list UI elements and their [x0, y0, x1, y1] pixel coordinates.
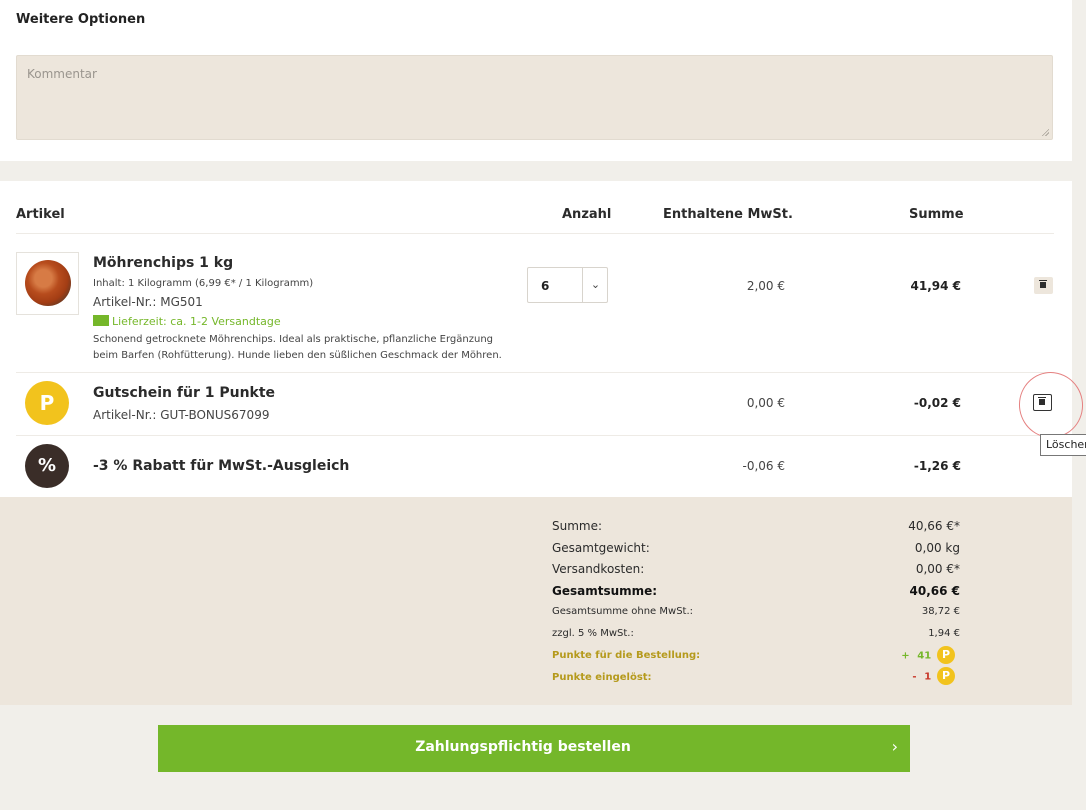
- summary-panel: Summe: 40,66 €* Gesamtgewicht: 0,00 kg V…: [0, 497, 1072, 705]
- summary-value-weight: 0,00 kg: [914, 541, 960, 555]
- header-divider: [16, 233, 1054, 234]
- points-earned-number: 41: [917, 650, 932, 662]
- points-redeemed-sign: -: [912, 671, 917, 683]
- discount-sum: -1,26 €: [913, 459, 961, 473]
- header-quantity: Anzahl: [562, 207, 612, 222]
- summary-label-total: Gesamtsumme:: [552, 584, 658, 598]
- summary-label-weight: Gesamtgewicht:: [552, 541, 650, 555]
- header-sum: Summe: [909, 207, 964, 222]
- discount-name: -3 % Rabatt für MwSt.-Ausgleich: [93, 458, 350, 474]
- points-badge-icon: P: [937, 646, 955, 664]
- quantity-select[interactable]: 6 ⌄: [527, 267, 608, 303]
- chevron-right-icon: ›: [891, 737, 898, 756]
- quantity-value: 6: [541, 279, 550, 293]
- points-badge-icon: P: [937, 667, 955, 685]
- comment-placeholder: Kommentar: [27, 67, 97, 81]
- options-title: Weitere Optionen: [16, 12, 146, 27]
- summary-value-total: 40,66 €: [909, 584, 960, 598]
- chevron-down-icon[interactable]: ⌄: [583, 268, 608, 302]
- resize-grip-icon[interactable]: [1041, 128, 1049, 136]
- voucher-name: Gutschein für 1 Punkte: [93, 385, 276, 401]
- discount-vat: -0,06 €: [742, 459, 786, 473]
- item-sum: 41,94 €: [910, 279, 961, 293]
- product-content: Inhalt: 1 Kilogramm (6,99 €* / 1 Kilogra…: [93, 278, 314, 289]
- points-redeemed-label: Punkte eingelöst:: [552, 672, 652, 683]
- header-article: Artikel: [16, 207, 65, 222]
- options-panel: Weitere Optionen Kommentar: [0, 0, 1072, 161]
- voucher-sum: -0,02 €: [913, 396, 961, 410]
- points-earned-value: + 41 P: [840, 646, 955, 664]
- points-badge-icon: P: [25, 381, 69, 425]
- row-divider: [16, 372, 1054, 373]
- order-button-label: Zahlungspflichtig bestellen: [415, 739, 631, 755]
- delivery-text: Lieferzeit: ca. 1-2 Versandtage: [112, 315, 281, 328]
- delete-item-button[interactable]: [1034, 277, 1053, 294]
- delivery-time: Lieferzeit: ca. 1-2 Versandtage: [93, 315, 281, 328]
- item-vat: 2,00 €: [746, 279, 785, 293]
- order-button[interactable]: Zahlungspflichtig bestellen ›: [158, 725, 910, 772]
- delivery-status-icon: [93, 315, 109, 326]
- summary-value-vat: 1,94 €: [928, 628, 960, 639]
- points-earned-sign: +: [901, 650, 910, 662]
- carrot-chips-image: [25, 260, 71, 306]
- summary-label-sum: Summe:: [552, 519, 603, 533]
- cart-table: Artikel Anzahl Enthaltene MwSt. Summe Mö…: [0, 181, 1072, 497]
- voucher-article-no: Artikel-Nr.: GUT-BONUS67099: [93, 408, 270, 422]
- points-redeemed-number: 1: [924, 671, 932, 683]
- summary-label-shipping: Versandkosten:: [552, 562, 645, 576]
- summary-label-vat: zzgl. 5 % MwSt.:: [552, 628, 634, 639]
- summary-value-shipping: 0,00 €*: [915, 562, 960, 576]
- product-image[interactable]: [16, 252, 79, 315]
- row-divider: [16, 435, 1054, 436]
- product-description: Schonend getrocknete Möhrenchips. Ideal …: [93, 334, 502, 361]
- points-redeemed-value: - 1 P: [840, 667, 955, 685]
- header-vat: Enthaltene MwSt.: [663, 207, 793, 222]
- delete-tooltip: Löschen: [1040, 434, 1086, 456]
- summary-label-net: Gesamtsumme ohne MwSt.:: [552, 606, 694, 617]
- summary-value-sum: 40,66 €*: [908, 519, 960, 533]
- trash-icon: [1039, 280, 1047, 288]
- comment-textarea[interactable]: Kommentar: [16, 55, 1053, 140]
- summary-value-net: 38,72 €: [921, 606, 960, 617]
- voucher-vat: 0,00 €: [746, 396, 785, 410]
- discount-badge-icon: %: [25, 444, 69, 488]
- product-article-no: Artikel-Nr.: MG501: [93, 295, 203, 309]
- points-earned-label: Punkte für die Bestellung:: [552, 650, 701, 661]
- product-name[interactable]: Möhrenchips 1 kg: [93, 255, 233, 271]
